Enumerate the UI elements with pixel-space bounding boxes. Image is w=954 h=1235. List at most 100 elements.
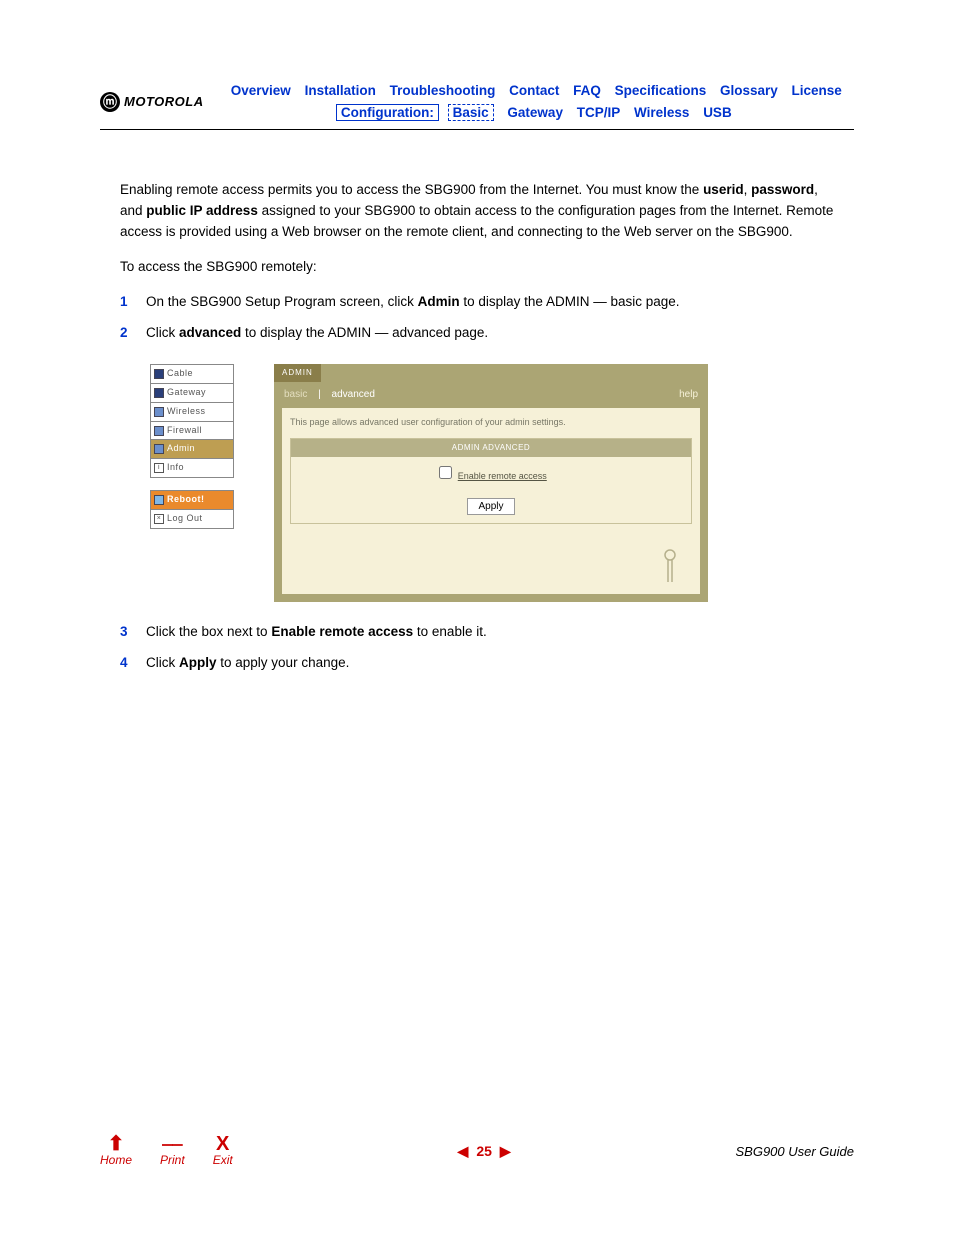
text: Click	[146, 655, 179, 670]
label: Exit	[213, 1153, 233, 1167]
text: On the SBG900 Setup Program screen, clic…	[146, 294, 418, 309]
step-number: 3	[120, 622, 132, 643]
key-icon	[660, 548, 680, 584]
text-bold: public IP address	[146, 203, 258, 218]
label: Log Out	[167, 512, 203, 526]
side-gateway[interactable]: Gateway	[150, 384, 234, 403]
text: ,	[744, 182, 752, 197]
nav-troubleshooting[interactable]: Troubleshooting	[390, 83, 496, 98]
step-text: Click advanced to display the ADMIN — ad…	[146, 323, 488, 344]
admin-section: ADMIN ADVANCED Enable remote access Appl…	[290, 438, 692, 524]
close-icon: ×	[154, 514, 164, 524]
nav-glossary[interactable]: Glossary	[720, 83, 778, 98]
admin-section-header: ADMIN ADVANCED	[291, 439, 691, 457]
text-bold: advanced	[179, 325, 241, 340]
side-menu: Cable Gateway Wireless Firewall Admin iI…	[150, 364, 234, 530]
steps-list-cont: 3 Click the box next to Enable remote ac…	[120, 622, 834, 674]
next-page[interactable]: ▶	[500, 1143, 511, 1160]
text-bold: password	[751, 182, 814, 197]
nav-overview[interactable]: Overview	[231, 83, 291, 98]
side-reboot[interactable]: Reboot!	[150, 490, 234, 510]
text: Enabling remote access permits you to ac…	[120, 182, 703, 197]
help-link[interactable]: help	[679, 387, 698, 403]
label: Info	[167, 461, 184, 475]
label: Firewall	[167, 424, 202, 438]
info-icon: i	[154, 463, 164, 473]
guide-title: SBG900 User Guide	[735, 1144, 854, 1159]
label: Reboot!	[167, 493, 205, 507]
step-1: 1 On the SBG900 Setup Program screen, cl…	[120, 292, 834, 313]
step-number: 4	[120, 653, 132, 674]
steps-list: 1 On the SBG900 Setup Program screen, cl…	[120, 292, 834, 344]
side-wireless[interactable]: Wireless	[150, 403, 234, 422]
step-number: 2	[120, 323, 132, 344]
print-button[interactable]: ⎯⎯ Print	[160, 1135, 185, 1167]
page-nav: ◀ 25 ▶	[458, 1143, 511, 1160]
square-icon	[154, 388, 164, 398]
side-firewall[interactable]: Firewall	[150, 422, 234, 441]
text: Click	[146, 325, 179, 340]
step-2: 2 Click advanced to display the ADMIN — …	[120, 323, 834, 344]
admin-panel: ADMIN basic | advanced help This page al…	[274, 364, 708, 602]
nav-installation[interactable]: Installation	[305, 83, 376, 98]
side-admin[interactable]: Admin	[150, 440, 234, 459]
nav-specifications[interactable]: Specifications	[615, 83, 707, 98]
nav-tcpip[interactable]: TCP/IP	[577, 105, 621, 120]
top-nav: Overview Installation Troubleshooting Co…	[219, 80, 854, 123]
header: ⓜ MOTOROLA Overview Installation Trouble…	[100, 80, 854, 130]
square-icon	[154, 444, 164, 454]
nav-gateway[interactable]: Gateway	[507, 105, 563, 120]
print-icon: ⎯⎯	[160, 1135, 185, 1153]
home-button[interactable]: ⬆ Home	[100, 1135, 132, 1167]
footer: ⬆ Home ⎯⎯ Print X Exit ◀ 25 ▶ SBG900 Use…	[100, 1135, 854, 1167]
label: Gateway	[167, 386, 206, 400]
config-label: Configuration:	[336, 104, 439, 121]
logo: ⓜ MOTOROLA	[100, 92, 204, 112]
text-bold: Apply	[179, 655, 217, 670]
nav-basic[interactable]: Basic	[448, 104, 494, 121]
exit-icon: X	[213, 1135, 233, 1153]
square-icon	[154, 495, 164, 505]
admin-body: This page allows advanced user configura…	[282, 408, 700, 594]
brand-text: MOTOROLA	[124, 94, 204, 109]
nav-contact[interactable]: Contact	[509, 83, 559, 98]
prev-page[interactable]: ◀	[458, 1143, 469, 1160]
exit-button[interactable]: X Exit	[213, 1135, 233, 1167]
side-logout[interactable]: ×Log Out	[150, 510, 234, 529]
text-bold: userid	[703, 182, 744, 197]
label: Cable	[167, 367, 193, 381]
content: Enabling remote access permits you to ac…	[100, 130, 854, 673]
step-text: Click the box next to Enable remote acce…	[146, 622, 487, 643]
nav-license[interactable]: License	[792, 83, 842, 98]
text-bold: Admin	[418, 294, 460, 309]
side-info[interactable]: iInfo	[150, 459, 234, 478]
embedded-screenshot: Cable Gateway Wireless Firewall Admin iI…	[150, 364, 834, 602]
text: to display the ADMIN — basic page.	[460, 294, 680, 309]
home-icon: ⬆	[100, 1135, 132, 1153]
lead-in: To access the SBG900 remotely:	[120, 257, 834, 278]
nav-wireless[interactable]: Wireless	[634, 105, 689, 120]
step-number: 1	[120, 292, 132, 313]
text: to apply your change.	[217, 655, 350, 670]
label: Home	[100, 1153, 132, 1167]
text: Click the box next to	[146, 624, 271, 639]
nav-usb[interactable]: USB	[703, 105, 732, 120]
step-text: On the SBG900 Setup Program screen, clic…	[146, 292, 680, 313]
admin-tab: ADMIN	[274, 364, 321, 382]
side-cable[interactable]: Cable	[150, 364, 234, 384]
subtab-basic[interactable]: basic	[284, 389, 307, 400]
apply-button[interactable]: Apply	[467, 498, 514, 515]
step-4: 4 Click Apply to apply your change.	[120, 653, 834, 674]
admin-section-body: Enable remote access	[291, 457, 691, 490]
step-3: 3 Click the box next to Enable remote ac…	[120, 622, 834, 643]
text: to enable it.	[413, 624, 487, 639]
square-icon	[154, 426, 164, 436]
enable-remote-access-label: Enable remote access	[458, 471, 547, 481]
label: Print	[160, 1153, 185, 1167]
enable-remote-access-checkbox[interactable]	[439, 466, 452, 479]
intro-paragraph: Enabling remote access permits you to ac…	[120, 180, 834, 243]
text-bold: Enable remote access	[271, 624, 413, 639]
subtab-advanced[interactable]: advanced	[332, 389, 375, 400]
admin-subtabs: basic | advanced help	[274, 382, 708, 408]
nav-faq[interactable]: FAQ	[573, 83, 601, 98]
